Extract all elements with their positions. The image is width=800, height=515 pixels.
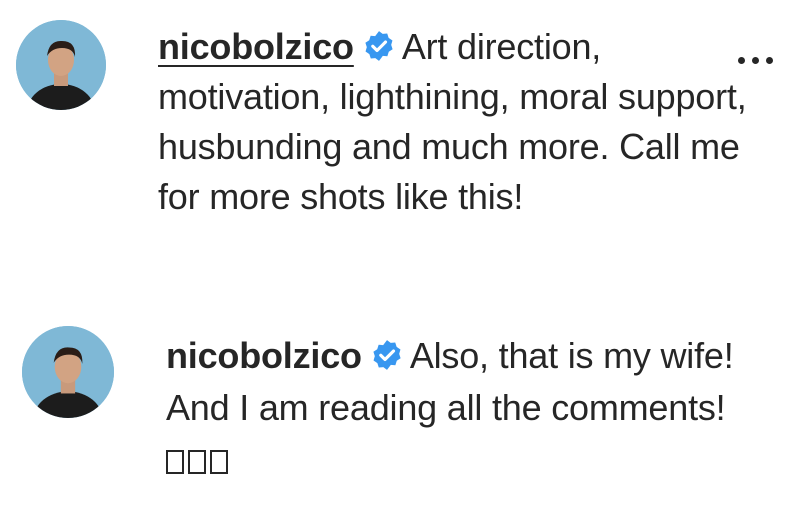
avatar-photo [22,326,114,418]
verified-badge-icon [370,338,404,372]
comment-body: nicobolzico Also, that is my wife! And I … [166,330,736,486]
emoji-placeholder [166,439,232,480]
avatar-photo [16,20,106,110]
avatar[interactable] [16,20,106,110]
comment-username[interactable]: nicobolzico [166,335,362,376]
avatar[interactable] [22,326,114,418]
verified-badge-icon [362,29,396,63]
comment-item: nicobolzico Also, that is my wife! And I … [0,322,800,492]
comment-body: nicobolzico Art direction, motivation, li… [158,22,748,222]
comment-username[interactable]: nicobolzico [158,26,354,67]
more-options-icon[interactable] [736,52,776,68]
comment-item: nicobolzico Art direction, motivation, li… [0,18,800,278]
